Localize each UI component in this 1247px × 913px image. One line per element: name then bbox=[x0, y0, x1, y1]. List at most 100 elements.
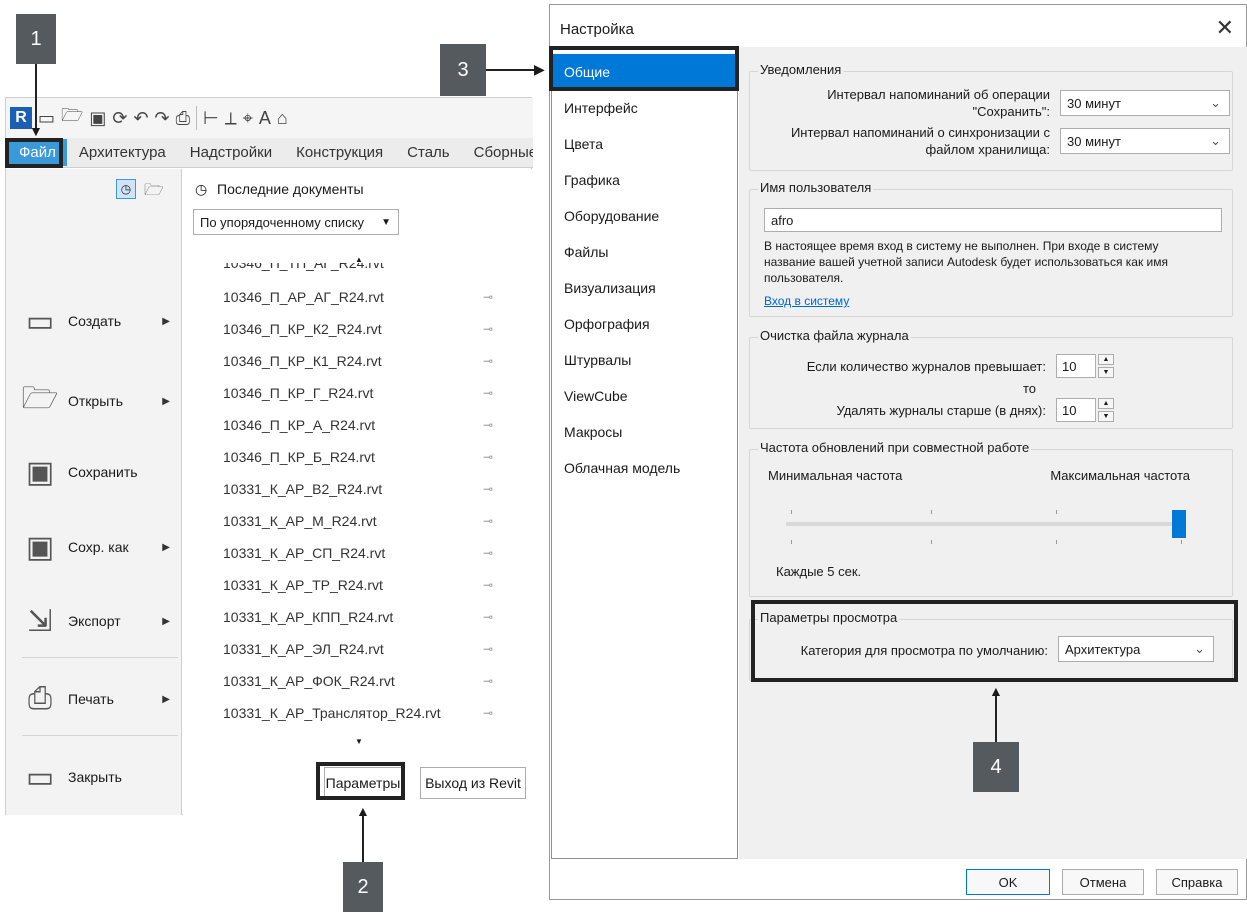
menu-print[interactable]: ⎙ Печать ▶ bbox=[20, 669, 180, 729]
nav-steering-wheels[interactable]: Штурвалы bbox=[552, 342, 737, 378]
slider-tick bbox=[791, 510, 792, 514]
pin-icon[interactable]: ⊸ bbox=[483, 354, 493, 368]
pin-icon[interactable]: ⊸ bbox=[483, 610, 493, 624]
pin-icon[interactable]: ⊸ bbox=[483, 322, 493, 336]
submenu-arrow-icon: ▶ bbox=[162, 693, 170, 705]
menu-export[interactable]: ⇲ Экспорт ▶ bbox=[20, 591, 180, 651]
save-disk-icon: ▣ bbox=[25, 455, 55, 489]
pin-icon[interactable]: ⊸ bbox=[483, 450, 493, 464]
pin-icon[interactable]: ⊸ bbox=[483, 482, 493, 496]
recent-doc-item[interactable]: 10346_П_КР_Б_R24.rvt bbox=[223, 449, 375, 465]
submenu-arrow-icon: ▶ bbox=[162, 395, 170, 407]
print-icon[interactable]: ⎙ bbox=[176, 108, 190, 129]
spin-up-icon[interactable]: ▲ bbox=[1098, 354, 1114, 365]
pin-icon[interactable]: ⊸ bbox=[483, 642, 493, 656]
ok-button[interactable]: OK bbox=[966, 869, 1050, 895]
undo-icon[interactable]: ↶ bbox=[133, 108, 148, 129]
recent-documents-icon[interactable]: ◷ bbox=[116, 179, 136, 199]
nav-viewcube[interactable]: ViewCube bbox=[552, 378, 737, 414]
nav-files[interactable]: Файлы bbox=[552, 234, 737, 270]
menu-save[interactable]: ▣ Сохранить bbox=[20, 442, 180, 502]
pin-icon[interactable]: ⊸ bbox=[483, 578, 493, 592]
nav-colors[interactable]: Цвета bbox=[552, 126, 737, 162]
callout-3: 3 bbox=[440, 44, 486, 96]
notifications-group: Уведомления Интервал напоминаний об опер… bbox=[749, 62, 1233, 171]
text-icon[interactable]: A bbox=[259, 108, 271, 129]
nav-rendering[interactable]: Визуализация bbox=[552, 270, 737, 306]
callout-2: 2 bbox=[343, 862, 383, 912]
tab-precast[interactable]: Сборные bbox=[462, 144, 533, 161]
tab-addins[interactable]: Надстройки bbox=[178, 144, 284, 161]
recent-doc-item[interactable]: 10331_К_АР_ФОК_R24.rvt bbox=[223, 673, 395, 689]
journal-count-spinner[interactable]: 10 ▲ ▼ bbox=[1056, 354, 1114, 378]
exit-revit-button[interactable]: Выход из Revit bbox=[420, 767, 526, 799]
nav-graphics[interactable]: Графика bbox=[552, 162, 737, 198]
recent-doc-item[interactable]: 10331_К_АР_Транслятор_R24.rvt bbox=[223, 705, 441, 721]
export-icon: ⇲ bbox=[27, 604, 53, 638]
recent-doc-item[interactable]: 10331_К_АР_М_R24.rvt bbox=[223, 513, 377, 529]
help-button[interactable]: Справка bbox=[1156, 869, 1238, 895]
recent-doc-item[interactable]: 10346_П_КР_Г_R24.rvt bbox=[223, 385, 373, 401]
folder-icon[interactable]: 🗁 bbox=[61, 103, 83, 133]
aligned-dimension-icon[interactable]: ⊢ bbox=[203, 108, 219, 129]
tab-architecture[interactable]: Архитектура bbox=[67, 144, 178, 161]
tab-structure[interactable]: Конструкция bbox=[284, 144, 395, 161]
open-documents-icon[interactable]: 🗁 bbox=[144, 179, 164, 206]
menu-open[interactable]: 🗁 Открыть ▶ bbox=[20, 371, 180, 431]
journal-count-label: Если количество журналов превышает: bbox=[806, 359, 1046, 374]
journal-age-spinner[interactable]: 10 ▲ ▼ bbox=[1056, 398, 1114, 422]
tag-icon[interactable]: ⌖ bbox=[243, 108, 253, 129]
pin-icon[interactable]: ⊸ bbox=[483, 514, 493, 528]
cancel-button[interactable]: Отмена bbox=[1062, 869, 1144, 895]
recent-doc-item[interactable]: 10331_К_АР_КПП_R24.rvt bbox=[223, 609, 393, 625]
close-icon[interactable]: ✕ bbox=[1216, 15, 1234, 41]
nav-cloud-model[interactable]: Облачная модель bbox=[552, 450, 737, 486]
pin-icon[interactable]: ⊸ bbox=[483, 386, 493, 400]
recent-doc-item[interactable]: 10331_К_АР_ЭЛ_R24.rvt bbox=[223, 641, 384, 657]
dropdown-arrow-icon: ▼ bbox=[381, 216, 391, 228]
menu-new[interactable]: ▭ Создать ▶ bbox=[20, 291, 180, 351]
measure-icon[interactable]: ⟂ bbox=[225, 108, 237, 129]
recent-doc-item[interactable]: 10346_П_КР_К2_R24.rvt bbox=[223, 321, 382, 337]
options-nav: Общие Интерфейс Цвета Графика Оборудован… bbox=[551, 47, 738, 859]
recent-icon: ◷ bbox=[195, 181, 208, 197]
recent-doc-item[interactable]: 10346_П_КР_А_R24.rvt bbox=[223, 417, 375, 433]
pin-icon[interactable]: ⊸ bbox=[483, 418, 493, 432]
recent-doc-item[interactable]: 10331_К_АР_В2_R24.rvt bbox=[223, 481, 382, 497]
scroll-down-icon[interactable]: ▼ bbox=[355, 737, 363, 746]
spin-up-icon[interactable]: ▲ bbox=[1098, 398, 1114, 409]
journal-age-label: Удалять журналы старше (в днях): bbox=[836, 403, 1046, 418]
recent-doc-item[interactable]: 10346_П_АР_АГ_R24.rvt bbox=[223, 289, 384, 305]
pin-icon[interactable]: ⊸ bbox=[483, 674, 493, 688]
nav-hardware[interactable]: Оборудование bbox=[552, 198, 737, 234]
quick-access-toolbar: R ▭ 🗁 ▣ ⟳ ↶ ↷ ⎙ ⊢ ⟂ ⌖ A ⌂ bbox=[6, 98, 533, 138]
username-input[interactable]: afro bbox=[764, 208, 1222, 232]
slider-tick bbox=[1056, 540, 1057, 544]
spin-down-icon[interactable]: ▼ bbox=[1098, 411, 1114, 422]
menu-save-as[interactable]: ▣ Сохр. как ▶ bbox=[20, 517, 180, 577]
sync-reminder-select[interactable]: 30 минут ⌄ bbox=[1060, 128, 1230, 154]
sync-icon[interactable]: ⟳ bbox=[112, 108, 127, 129]
nav-interface[interactable]: Интерфейс bbox=[552, 90, 737, 126]
home-icon[interactable]: ⌂ bbox=[277, 108, 288, 129]
redo-icon[interactable]: ↷ bbox=[155, 108, 170, 129]
recent-doc-item[interactable]: 10346_П_КР_К1_R24.rvt bbox=[223, 353, 382, 369]
tab-steel[interactable]: Сталь bbox=[395, 144, 461, 161]
recent-doc-item[interactable]: 10331_К_АР_ТР_R24.rvt bbox=[223, 577, 383, 593]
slider-thumb[interactable] bbox=[1172, 510, 1186, 538]
save-reminder-select[interactable]: 30 минут ⌄ bbox=[1060, 90, 1230, 116]
pin-icon[interactable]: ⊸ bbox=[483, 546, 493, 560]
close-document-icon: ▭ bbox=[25, 760, 55, 794]
nav-spelling[interactable]: Орфография bbox=[552, 306, 737, 342]
chevron-down-icon: ⌄ bbox=[1210, 95, 1221, 110]
frequency-slider[interactable] bbox=[786, 510, 1186, 550]
nav-macros[interactable]: Макросы bbox=[552, 414, 737, 450]
menu-close[interactable]: ▭ Закрыть bbox=[20, 747, 180, 807]
sort-dropdown[interactable]: По упорядоченному списку ▼ bbox=[193, 209, 399, 235]
sign-in-link[interactable]: Вход в систему bbox=[764, 294, 849, 308]
recent-doc-item[interactable]: 10331_К_АР_СП_R24.rvt bbox=[223, 545, 385, 561]
pin-icon[interactable]: ⊸ bbox=[483, 290, 493, 304]
pin-icon[interactable]: ⊸ bbox=[483, 706, 493, 720]
spin-down-icon[interactable]: ▼ bbox=[1098, 367, 1114, 378]
save-icon[interactable]: ▣ bbox=[89, 108, 106, 129]
